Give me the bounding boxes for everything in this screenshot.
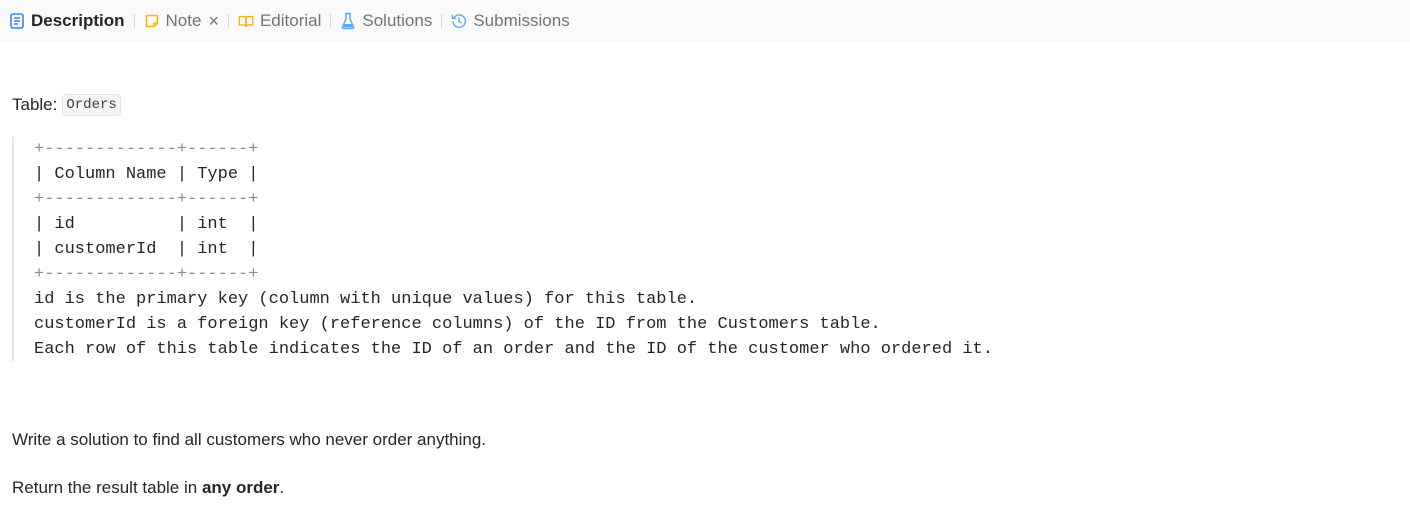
- note-icon: [144, 13, 160, 29]
- schema-row: | customerId | int |: [34, 240, 259, 259]
- tab-divider: [330, 14, 332, 28]
- flask-icon: [340, 12, 356, 30]
- tab-solutions[interactable]: Solutions: [340, 0, 432, 42]
- close-icon[interactable]: ×: [208, 12, 219, 30]
- return-suffix: .: [279, 478, 285, 497]
- tab-divider: [441, 14, 443, 28]
- schema-note: id is the primary key (column with uniqu…: [34, 290, 698, 309]
- tab-note-label: Note: [165, 11, 202, 30]
- schema-border-line: +-------------+------+: [34, 140, 259, 159]
- task-statement: Write a solution to find all customers w…: [12, 430, 487, 449]
- schema-border-line: +-------------+------+: [34, 265, 259, 284]
- tab-divider: [227, 14, 229, 28]
- schema-row: | id | int |: [34, 215, 259, 234]
- schema-block: +-------------+------+ | Column Name | T…: [12, 137, 993, 361]
- return-prefix: Return the result table in: [12, 478, 202, 497]
- table-prefix: Table:: [12, 95, 58, 114]
- return-bold: any order: [201, 478, 280, 497]
- book-icon: [238, 13, 254, 29]
- return-statement: Return the result table in any order.: [12, 478, 284, 498]
- tab-bar: Description Note × Editorial Solutions S…: [0, 0, 1410, 42]
- tab-submissions-label: Submissions: [473, 11, 570, 30]
- schema-header-row: | Column Name | Type |: [34, 165, 259, 184]
- tab-description-label: Description: [31, 11, 125, 30]
- schema-border-line: +-------------+------+: [34, 190, 259, 209]
- tab-note[interactable]: Note ×: [144, 0, 219, 42]
- tab-solutions-label: Solutions: [362, 11, 433, 30]
- tab-editorial-label: Editorial: [259, 11, 322, 30]
- tab-description[interactable]: Description: [9, 0, 125, 42]
- tab-editorial[interactable]: Editorial: [238, 0, 321, 42]
- schema-note: Each row of this table indicates the ID …: [34, 340, 993, 359]
- table-heading: Table: Orders: [12, 94, 121, 116]
- tab-submissions[interactable]: Submissions: [451, 0, 570, 42]
- table-name-code: Orders: [62, 94, 121, 116]
- history-icon: [451, 13, 467, 29]
- description-icon: [9, 13, 25, 29]
- tab-divider: [133, 14, 135, 28]
- schema-note: customerId is a foreign key (reference c…: [34, 315, 881, 334]
